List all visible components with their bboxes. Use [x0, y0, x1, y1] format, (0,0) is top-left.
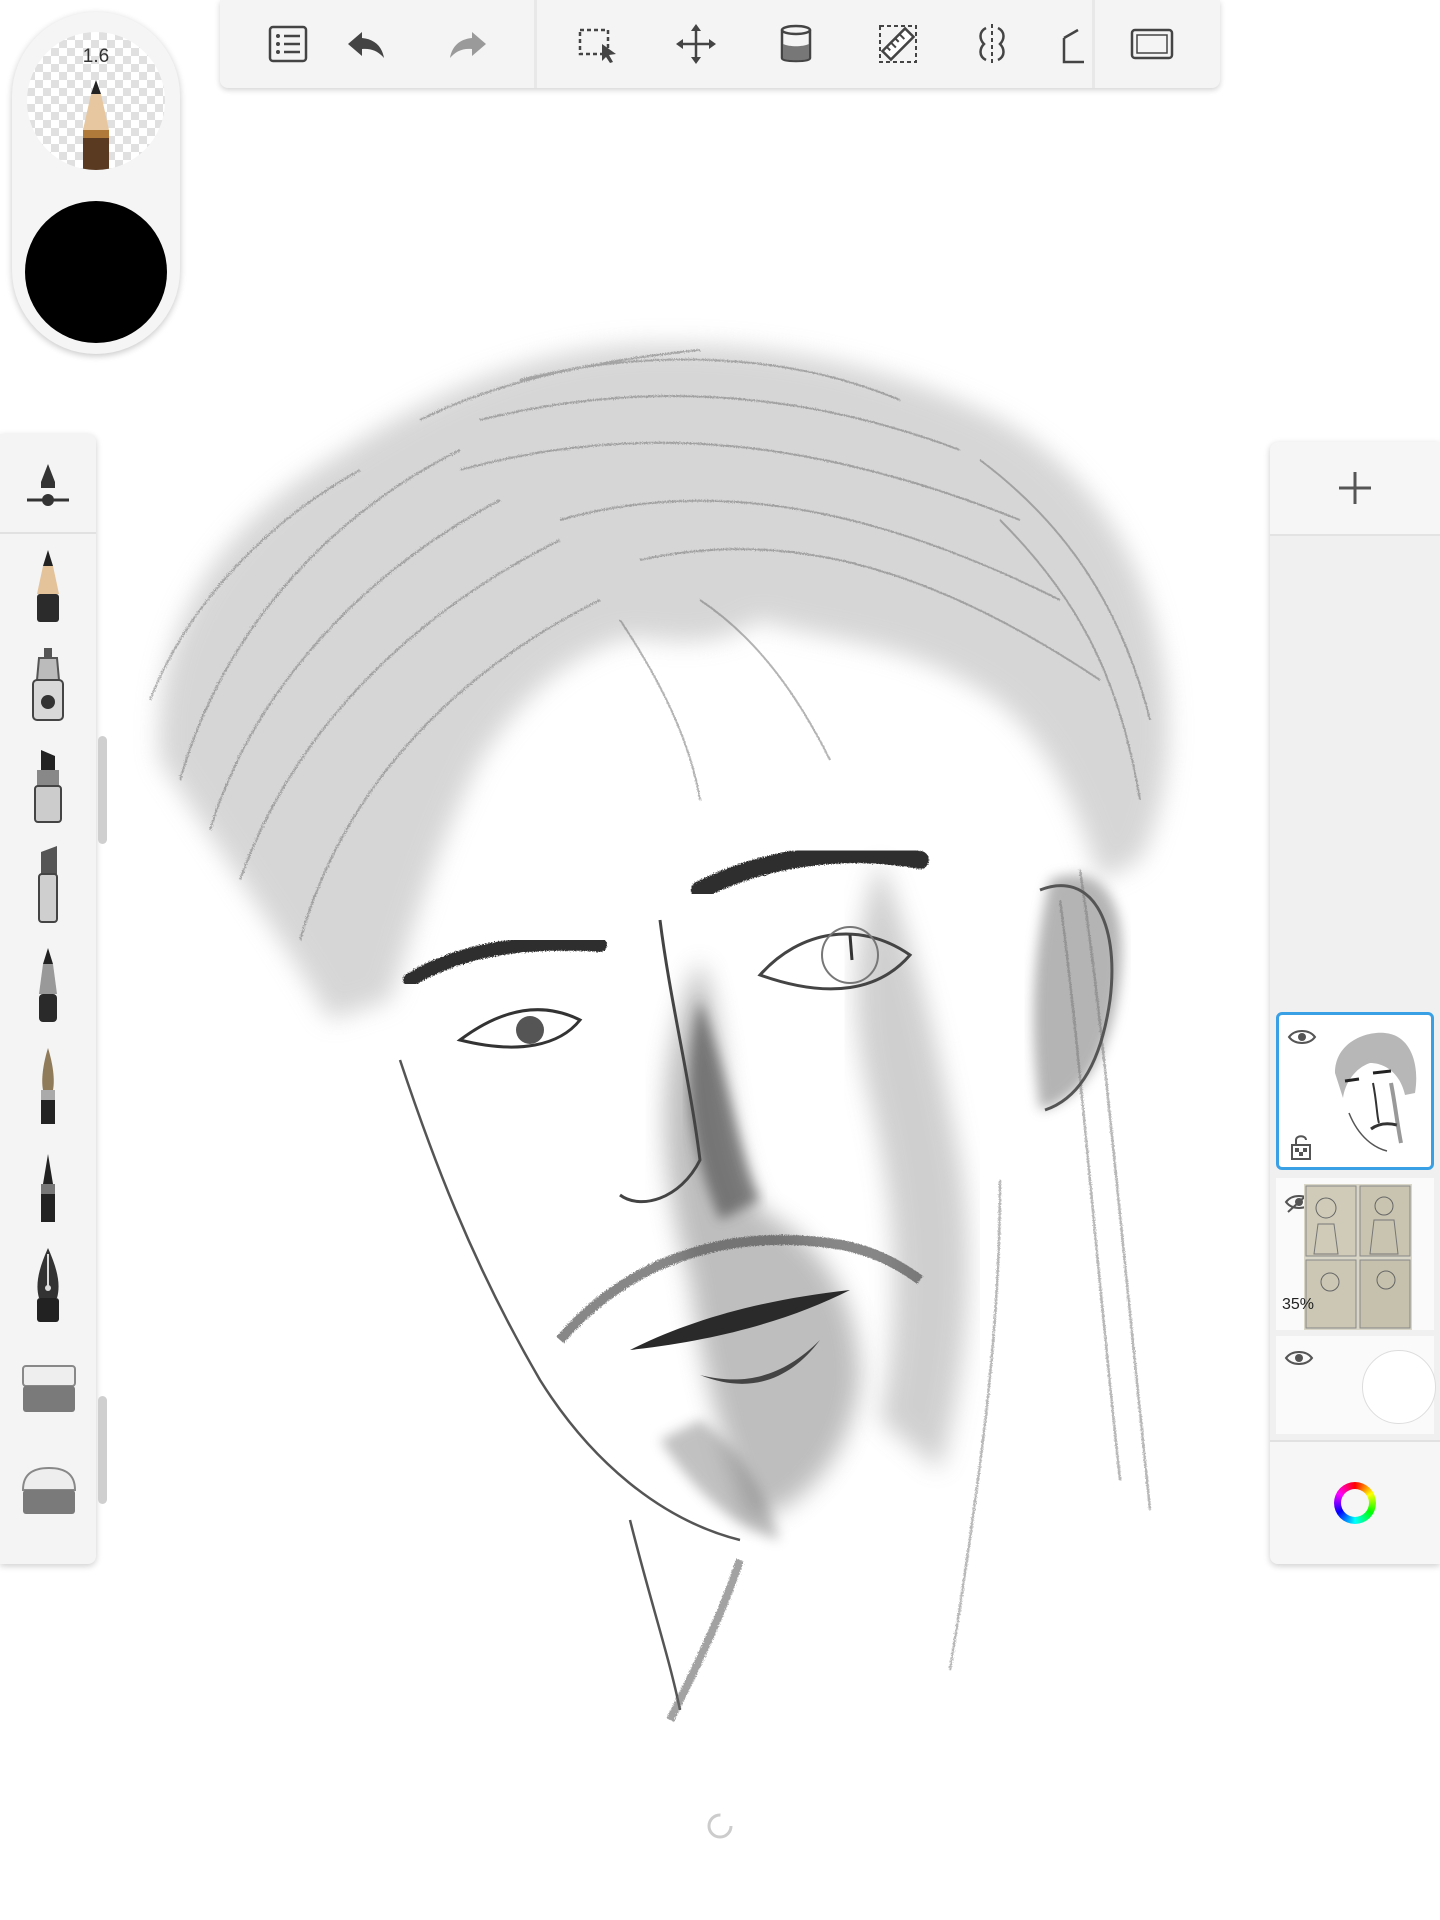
symmetry-icon[interactable] [962, 14, 1022, 74]
paintbrush-icon[interactable] [8, 1044, 88, 1128]
color-wheel-icon [1334, 1482, 1376, 1524]
layer-thumbnail-reference[interactable]: 35% [1276, 1178, 1434, 1330]
ruler-icon[interactable] [868, 14, 928, 74]
palette-scroll-handle[interactable] [98, 736, 107, 844]
brush-size-label: 1.6 [82, 46, 110, 67]
perspective-icon[interactable] [1042, 14, 1102, 74]
fullscreen-icon[interactable] [1122, 14, 1182, 74]
lock-transparency-icon[interactable] [1289, 1133, 1313, 1161]
background-color-swatch[interactable] [1362, 1350, 1436, 1424]
fountain-pen-icon[interactable] [8, 1244, 88, 1328]
fill-icon[interactable] [766, 14, 826, 74]
brush-palette [0, 434, 96, 1564]
marker-icon[interactable] [8, 744, 88, 828]
chisel-marker-icon[interactable] [8, 844, 88, 928]
layer-panel: 35% [1270, 442, 1440, 1564]
airbrush-icon[interactable] [8, 644, 88, 728]
soft-eraser-icon[interactable] [8, 1444, 88, 1528]
layer-preview [1335, 1032, 1417, 1152]
layer-preview [1304, 1184, 1412, 1330]
list-icon[interactable] [258, 14, 318, 74]
hard-eraser-icon[interactable] [8, 1344, 88, 1428]
top-toolbar [220, 0, 1220, 88]
color-editor-button[interactable] [1270, 1440, 1440, 1564]
pencil-icon [83, 80, 109, 170]
add-layer-button[interactable] [1270, 442, 1440, 536]
pencil-icon[interactable] [8, 544, 88, 628]
layer-thumbnail-background[interactable] [1276, 1336, 1436, 1434]
toolbar-divider [534, 0, 537, 88]
palette-divider [0, 532, 96, 534]
palette-scroll-handle[interactable] [98, 1396, 107, 1504]
selection-icon[interactable] [568, 14, 628, 74]
brush-puck[interactable]: 1.6 [12, 12, 180, 354]
layer-opacity-label: 35% [1282, 1296, 1315, 1313]
ballpoint-pen-icon[interactable] [8, 944, 88, 1028]
plus-icon [1339, 472, 1371, 504]
sketch-artwork [149, 344, 1169, 1722]
eye-icon[interactable] [1284, 1348, 1314, 1368]
brush-settings-icon[interactable] [8, 442, 88, 526]
transform-icon[interactable] [666, 14, 726, 74]
drawing-canvas[interactable] [0, 0, 1440, 1920]
ink-pen-icon[interactable] [8, 1144, 88, 1228]
redo-icon[interactable] [438, 14, 498, 74]
eye-icon[interactable] [1287, 1027, 1317, 1047]
layer-thumbnail-sketch[interactable] [1276, 1012, 1434, 1170]
current-color-well[interactable] [25, 201, 167, 343]
brush-size-well[interactable]: 1.6 [27, 32, 165, 170]
loading-spinner-icon [707, 1813, 733, 1839]
undo-icon[interactable] [336, 14, 396, 74]
